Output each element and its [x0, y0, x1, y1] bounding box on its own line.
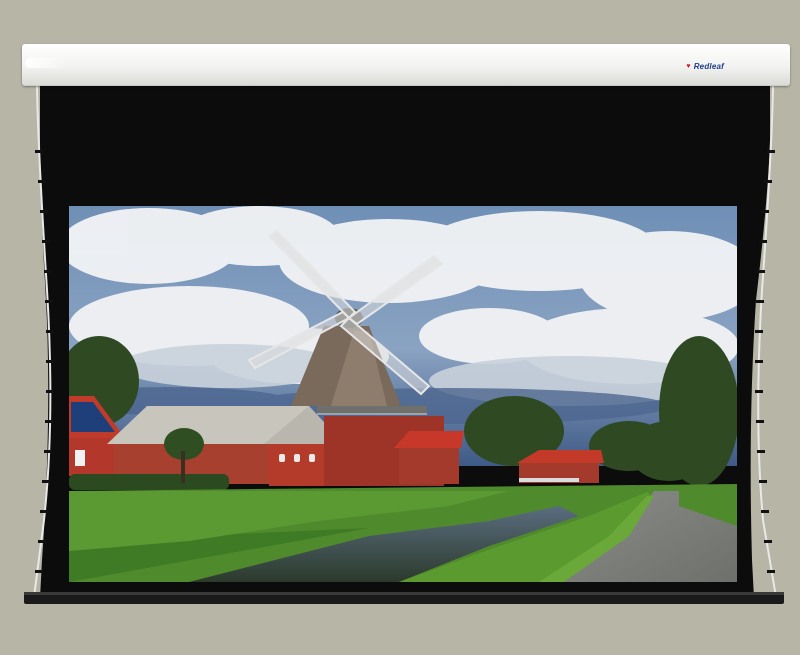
housing-highlight: [25, 58, 67, 68]
brand-logo: ♥ Redleaf: [686, 62, 724, 71]
brand-name: Redleaf: [693, 62, 724, 71]
bridge: [519, 478, 579, 482]
projected-image: [69, 206, 737, 582]
windmill-landscape-photo: [69, 206, 737, 582]
heart-icon: ♥: [686, 63, 691, 70]
hedge: [69, 474, 229, 490]
screen-housing: ♥ Redleaf: [22, 44, 790, 86]
projector-screen: ♥ Redleaf: [0, 0, 800, 655]
